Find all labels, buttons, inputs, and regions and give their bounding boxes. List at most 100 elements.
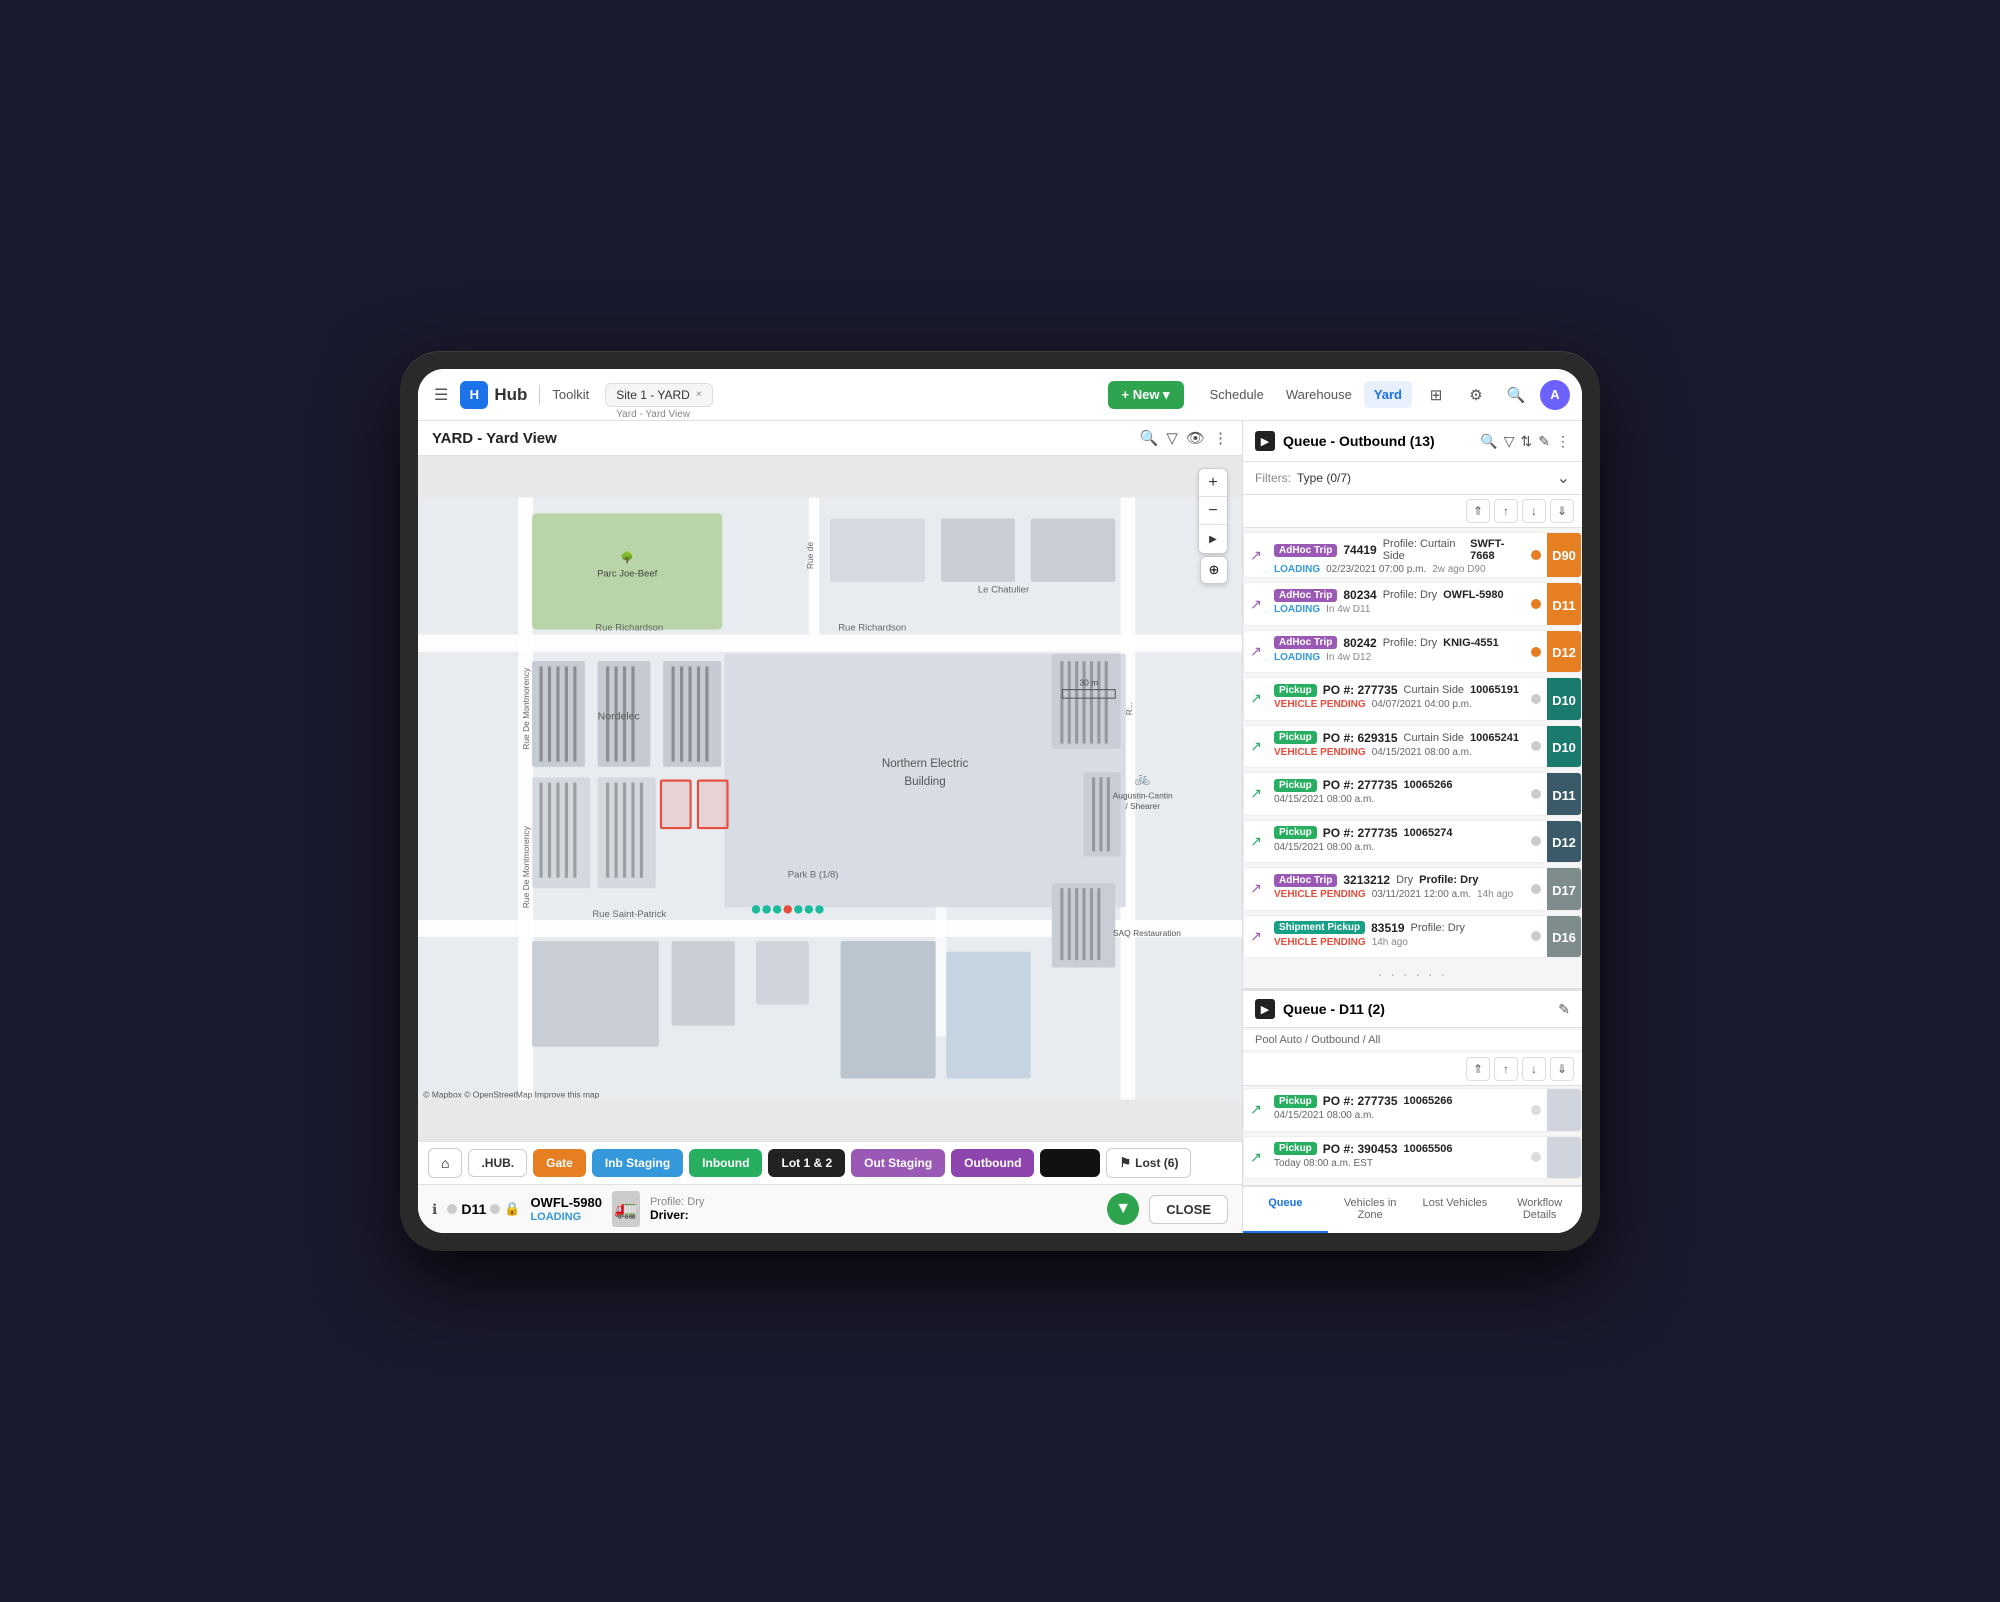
inbound-button[interactable]: Inbound [689, 1149, 762, 1177]
queue-filter-icon[interactable]: ▽ [1504, 433, 1515, 450]
item-type-badge: AdHoc Trip [1274, 589, 1337, 602]
item-right [1525, 916, 1547, 957]
item-detail: OWFL-5980 [1443, 589, 1504, 601]
item-bottom: VEHICLE PENDING 04/07/2021 04:00 p.m. [1274, 699, 1519, 710]
owfl-id: OWFL-5980 [530, 1195, 602, 1210]
queue-item[interactable]: ↗ Pickup PO #: 277735 10065274 04/15/202… [1243, 820, 1582, 863]
queue-edit-icon[interactable]: ✎ [1538, 433, 1550, 450]
item-age: In 4w D12 [1326, 652, 1371, 663]
queue-item[interactable]: ↗ AdHoc Trip 74419 Profile: Curtain Side… [1243, 532, 1582, 578]
item-profile: Profile: Curtain Side [1383, 538, 1464, 562]
item-body: Pickup PO #: 277735 10065274 04/15/2021 … [1268, 821, 1525, 862]
settings-icon[interactable]: ⚙ [1460, 379, 1492, 411]
map-more-icon[interactable]: ⋮ [1213, 429, 1228, 447]
svg-text:Northern Electric: Northern Electric [882, 757, 969, 770]
map-search-icon[interactable]: 🔍 [1140, 429, 1159, 447]
filter-chevron-icon[interactable]: ⌄ [1557, 468, 1570, 488]
lot-button[interactable]: Lot 1 & 2 [768, 1149, 845, 1177]
tab-workflow-details[interactable]: Workflow Details [1497, 1187, 1582, 1233]
item-id: 80242 [1343, 636, 1376, 650]
item-dock-badge: D16 [1547, 916, 1581, 958]
outbound-button[interactable]: Outbound [951, 1149, 1034, 1177]
zoom-in-button[interactable]: + [1199, 469, 1227, 497]
warehouse-button[interactable]: Warehouse [1276, 381, 1362, 408]
item-dock-badge: D12 [1547, 821, 1581, 863]
item-status: LOADING [1274, 564, 1320, 575]
owfl-status: LOADING [530, 1211, 602, 1223]
app-logo: H Hub [460, 381, 527, 409]
d11-scroll-top-button[interactable]: ⇑ [1466, 1057, 1490, 1081]
scroll-controls: ⇑ ↑ ↓ ⇓ [1243, 495, 1582, 528]
scroll-bottom-button[interactable]: ⇓ [1550, 499, 1574, 523]
item-age: 14h ago [1372, 937, 1408, 948]
dock-dot2 [490, 1204, 500, 1214]
tab-vehicles-in-zone[interactable]: Vehicles in Zone [1328, 1187, 1413, 1233]
item-id: 80234 [1343, 588, 1376, 602]
map-filter-icon[interactable]: ▽ [1166, 429, 1178, 447]
chevron-down-button[interactable]: ▼ [1107, 1193, 1139, 1225]
item-top: AdHoc Trip 3213212 Dry Profile: Dry [1274, 873, 1519, 887]
item-dot [1531, 1105, 1541, 1115]
d11-scroll-bottom-button[interactable]: ⇓ [1550, 1057, 1574, 1081]
grid-icon[interactable]: ⊞ [1420, 379, 1452, 411]
queue-d11-item[interactable]: ↗ Pickup PO #: 277735 10065266 04/15/202… [1243, 1088, 1582, 1131]
queue-item[interactable]: ↗ AdHoc Trip 80234 Profile: Dry OWFL-598… [1243, 582, 1582, 625]
dock-label: D11 [461, 1201, 486, 1217]
map-header: YARD - Yard View 🔍 ▽ 👁 ⋮ [418, 421, 1242, 456]
item-detail: 10065191 [1470, 684, 1519, 696]
map-canvas[interactable]: 🌳 Parc Joe-Beef Le Chatulier Northern El… [418, 456, 1242, 1141]
item-right [1525, 631, 1547, 672]
queue-search-icon[interactable]: 🔍 [1480, 433, 1497, 450]
d11-scroll-up-button[interactable]: ↑ [1494, 1057, 1518, 1081]
item-id: PO #: 277735 [1323, 826, 1398, 840]
scroll-up-button[interactable]: ↑ [1494, 499, 1518, 523]
queue-d11-edit-icon[interactable]: ✎ [1558, 1001, 1570, 1018]
gate-button[interactable]: Gate [533, 1149, 586, 1177]
item-id: PO #: 390453 [1323, 1142, 1398, 1156]
site-tab[interactable]: Site 1 - YARD × Yard - Yard View [605, 383, 712, 407]
map-view-icon[interactable]: 👁 [1186, 429, 1205, 447]
tab-queue[interactable]: Queue [1243, 1187, 1328, 1233]
gps-button[interactable]: ⊕ [1200, 556, 1228, 584]
queue-sort-icon[interactable]: ⇅ [1521, 433, 1533, 450]
close-button[interactable]: CLOSE [1149, 1195, 1228, 1224]
zoom-out-button[interactable]: − [1199, 497, 1227, 525]
hamburger-menu-button[interactable]: ☰ [430, 381, 452, 409]
yard-button[interactable]: Yard [1364, 381, 1412, 408]
tab-lost-vehicles[interactable]: Lost Vehicles [1413, 1187, 1498, 1233]
hub-button[interactable]: .HUB. [468, 1149, 527, 1177]
info-icon[interactable]: ℹ [432, 1201, 437, 1218]
queue-more-icon[interactable]: ⋮ [1556, 433, 1570, 450]
home-button[interactable]: ⌂ [428, 1148, 462, 1178]
user-avatar[interactable]: A [1540, 380, 1570, 410]
lost-label: Lost (6) [1135, 1156, 1178, 1170]
queue-item[interactable]: ↗ AdHoc Trip 3213212 Dry Profile: Dry VE… [1243, 867, 1582, 910]
d11-scroll-down-button[interactable]: ↓ [1522, 1057, 1546, 1081]
queue-item[interactable]: ↗ Shipment Pickup 83519 Profile: Dry VEH… [1243, 915, 1582, 958]
item-dock-badge: D12 [1547, 631, 1581, 673]
lost-button[interactable]: ⚑ Lost (6) [1106, 1148, 1191, 1178]
schedule-button[interactable]: Schedule [1200, 381, 1274, 408]
queue-item[interactable]: ↗ Pickup PO #: 277735 10065266 04/15/202… [1243, 772, 1582, 815]
hub-logo-text: Hub [494, 385, 527, 405]
scroll-top-button[interactable]: ⇑ [1466, 499, 1490, 523]
site-tab-close[interactable]: × [696, 389, 702, 400]
search-icon[interactable]: 🔍 [1500, 379, 1532, 411]
scroll-down-button[interactable]: ↓ [1522, 499, 1546, 523]
queue-item[interactable]: ↗ AdHoc Trip 80242 Profile: Dry KNIG-455… [1243, 630, 1582, 673]
black-button[interactable] [1040, 1149, 1100, 1177]
new-button[interactable]: + New ▾ [1108, 381, 1184, 409]
zoom-right-button[interactable]: ▶ [1199, 525, 1227, 553]
out-staging-button[interactable]: Out Staging [851, 1149, 945, 1177]
item-arrow-icon: ↗ [1244, 821, 1268, 862]
inb-staging-button[interactable]: Inb Staging [592, 1149, 683, 1177]
queue-item[interactable]: ↗ Pickup PO #: 629315 Curtain Side 10065… [1243, 725, 1582, 768]
filter-type[interactable]: Type (0/7) [1297, 471, 1351, 485]
item-right [1525, 678, 1547, 719]
queue-item[interactable]: ↗ Pickup PO #: 277735 Curtain Side 10065… [1243, 677, 1582, 720]
queue-d11-item[interactable]: ↗ Pickup PO #: 390453 10065506 Today 08:… [1243, 1136, 1582, 1179]
item-detail: 10065266 [1404, 1095, 1453, 1107]
item-dock-badge: D17 [1547, 868, 1581, 910]
queue-outbound-header: ▶ Queue - Outbound (13) 🔍 ▽ ⇅ ✎ ⋮ [1243, 421, 1582, 462]
bottom-info-bar: ℹ D11 🔒 OWFL-5980 LOADING 🚛 Profile: Dry [418, 1184, 1242, 1233]
